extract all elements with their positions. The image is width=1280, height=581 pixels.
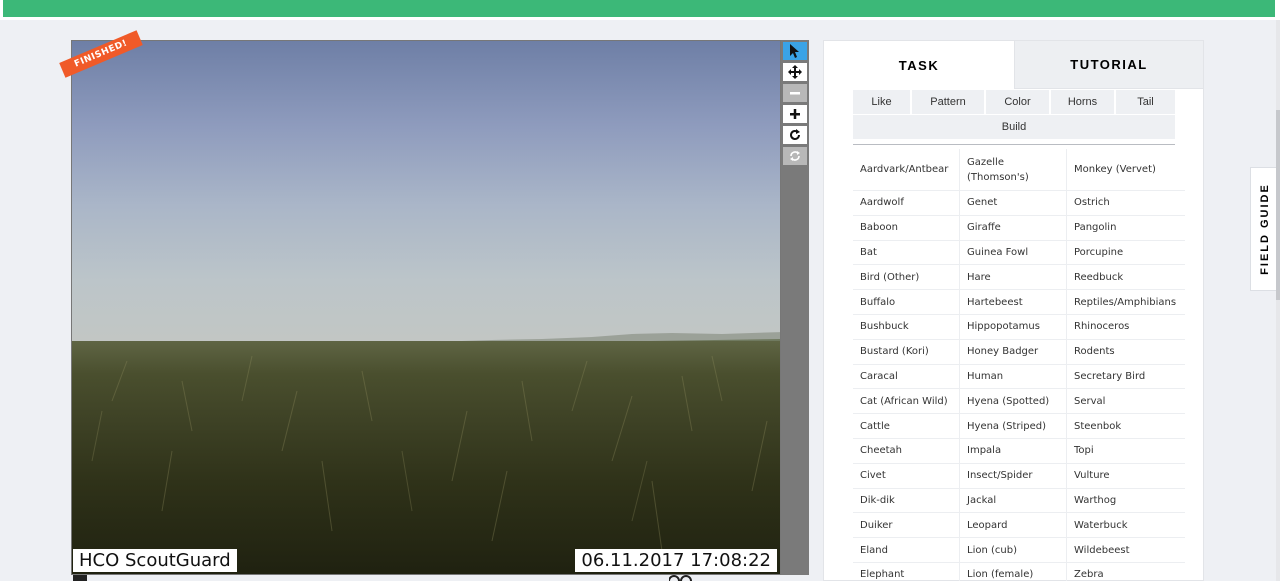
- species-button[interactable]: Cheetah: [853, 439, 960, 464]
- image-grass-texture: [91, 355, 768, 552]
- species-button[interactable]: Porcupine: [1067, 241, 1185, 266]
- viewer-footer-left-icon[interactable]: [73, 575, 87, 581]
- species-button[interactable]: Topi: [1067, 439, 1185, 464]
- species-button[interactable]: Cattle: [853, 414, 960, 439]
- species-button[interactable]: Human: [960, 364, 1067, 390]
- species-button[interactable]: Impala: [960, 439, 1067, 464]
- viewer-footer: [71, 575, 809, 581]
- species-button[interactable]: Bat: [853, 240, 960, 266]
- species-button[interactable]: Bustard (Kori): [853, 339, 960, 365]
- filter-pattern[interactable]: Pattern: [912, 90, 984, 114]
- page-scrollbar-thumb[interactable]: [1276, 110, 1280, 300]
- species-button[interactable]: Reedbuck: [1067, 265, 1185, 291]
- species-button[interactable]: Duiker: [853, 513, 960, 539]
- species-button[interactable]: Jackal: [960, 488, 1067, 514]
- species-button[interactable]: Giraffe: [960, 215, 1067, 241]
- filter-divider: [853, 144, 1175, 145]
- species-button[interactable]: Gazelle (Thomson's): [960, 149, 1067, 191]
- subject-viewer[interactable]: FINISHED! HCO ScoutGuard 06.11.2017 17:0…: [59, 30, 809, 575]
- image-timestamp: 06.11.2017 17:08:22: [575, 549, 777, 572]
- species-button[interactable]: Guinea Fowl: [960, 240, 1067, 266]
- species-button[interactable]: Reptiles/Amphibians: [1067, 290, 1185, 315]
- zoom-out-icon[interactable]: [783, 84, 807, 102]
- species-button[interactable]: Rhinoceros: [1067, 315, 1185, 340]
- species-button[interactable]: Hyena (Striped): [960, 414, 1067, 439]
- species-button[interactable]: Aardvark/Antbear: [853, 149, 960, 191]
- species-button[interactable]: Secretary Bird: [1067, 365, 1185, 390]
- species-button[interactable]: Warthog: [1067, 489, 1185, 514]
- rotate-icon[interactable]: [783, 126, 807, 144]
- reset-icon[interactable]: [783, 147, 807, 165]
- species-button[interactable]: Lion (cub): [960, 538, 1067, 563]
- species-button[interactable]: Ostrich: [1067, 191, 1185, 216]
- species-button[interactable]: Civet: [853, 463, 960, 489]
- zoom-in-icon[interactable]: [783, 105, 807, 123]
- species-button[interactable]: Hare: [960, 265, 1067, 291]
- species-button[interactable]: Dik-dik: [853, 488, 960, 514]
- species-button[interactable]: Steenbok: [1067, 414, 1185, 439]
- filter-color[interactable]: Color: [986, 90, 1049, 114]
- species-button[interactable]: Leopard: [960, 513, 1067, 539]
- species-button[interactable]: Bushbuck: [853, 315, 960, 340]
- filter-build[interactable]: Build: [853, 115, 1175, 139]
- species-button[interactable]: Baboon: [853, 215, 960, 241]
- viewer-toolbar: [781, 40, 809, 575]
- species-button[interactable]: Pangolin: [1067, 216, 1185, 241]
- species-button[interactable]: Waterbuck: [1067, 513, 1185, 539]
- species-button[interactable]: Monkey (Vervet): [1067, 149, 1185, 191]
- top-accent-strip: [3, 0, 1275, 17]
- filter-like[interactable]: Like: [853, 90, 910, 114]
- field-guide-tab[interactable]: FIELD GUIDE: [1250, 167, 1278, 291]
- species-button[interactable]: Rodents: [1067, 340, 1185, 365]
- subject-image[interactable]: HCO ScoutGuard 06.11.2017 17:08:22: [71, 40, 781, 575]
- species-button[interactable]: Wildebeest: [1067, 538, 1185, 563]
- species-button[interactable]: Bird (Other): [853, 265, 960, 291]
- top-navigation-bar: [0, 0, 1280, 20]
- species-button[interactable]: Lion (female): [960, 563, 1067, 581]
- species-button[interactable]: Cat (African Wild): [853, 389, 960, 415]
- tab-task[interactable]: TASK: [824, 41, 1014, 89]
- species-button[interactable]: Hartebeest: [960, 290, 1067, 315]
- filter-tail[interactable]: Tail: [1116, 90, 1175, 114]
- species-button[interactable]: Zebra: [1067, 563, 1185, 581]
- species-button[interactable]: Hyena (Spotted): [960, 389, 1067, 415]
- panel-tabs: TASK TUTORIAL: [824, 41, 1203, 89]
- species-button[interactable]: Buffalo: [853, 290, 960, 315]
- species-button[interactable]: Serval: [1067, 389, 1185, 415]
- species-button[interactable]: Hippopotamus: [960, 315, 1067, 340]
- species-button[interactable]: Honey Badger: [960, 339, 1067, 365]
- pan-move-icon[interactable]: [783, 63, 807, 81]
- tab-tutorial[interactable]: TUTORIAL: [1014, 41, 1203, 89]
- page-scrollbar[interactable]: [1276, 20, 1280, 581]
- image-sky: [72, 41, 780, 341]
- camera-label: HCO ScoutGuard: [73, 549, 237, 572]
- species-button[interactable]: Aardwolf: [853, 191, 960, 216]
- viewer-footer-controls-icon[interactable]: [669, 575, 699, 581]
- species-button[interactable]: Eland: [853, 538, 960, 563]
- characteristic-filters: Like Pattern Color Horns Tail Build: [853, 90, 1175, 145]
- task-panel: TASK TUTORIAL Like Pattern Color Horns T…: [823, 40, 1204, 581]
- field-guide-label: FIELD GUIDE: [1258, 183, 1271, 275]
- species-button[interactable]: Elephant: [853, 563, 960, 581]
- species-button[interactable]: Vulture: [1067, 464, 1185, 489]
- species-button[interactable]: Insect/Spider: [960, 463, 1067, 489]
- filter-horns[interactable]: Horns: [1051, 90, 1114, 114]
- species-button[interactable]: Caracal: [853, 364, 960, 390]
- species-button[interactable]: Genet: [960, 191, 1067, 216]
- select-pointer-icon[interactable]: [783, 42, 807, 60]
